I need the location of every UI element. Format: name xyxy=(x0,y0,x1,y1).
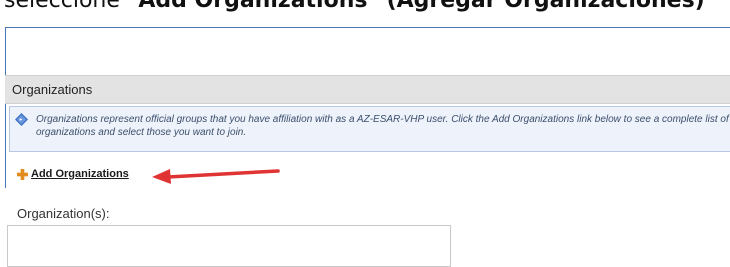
caption-prefix: seleccione xyxy=(4,0,127,13)
red-arrow-icon xyxy=(152,169,280,184)
organizations-header-title: Organizations xyxy=(12,82,93,97)
plus-icon xyxy=(17,168,28,180)
organizations-section-header: Organizations xyxy=(5,75,730,104)
info-message-box: Organizations represent official groups … xyxy=(9,106,730,152)
add-organizations-link[interactable]: Add Organizations xyxy=(31,168,129,180)
caption-bold: "Add Organizations" (Agregar Organizacio… xyxy=(126,0,705,13)
instruction-caption: seleccione "Add Organizations" (Agregar … xyxy=(4,0,705,13)
organizations-field-label: Organization(s): xyxy=(17,206,110,221)
info-message-text: Organizations represent official groups … xyxy=(36,114,729,138)
add-organizations-action[interactable]: Add Organizations xyxy=(17,167,129,181)
info-diamond-icon xyxy=(15,113,28,126)
organizations-list-box[interactable] xyxy=(7,225,451,267)
